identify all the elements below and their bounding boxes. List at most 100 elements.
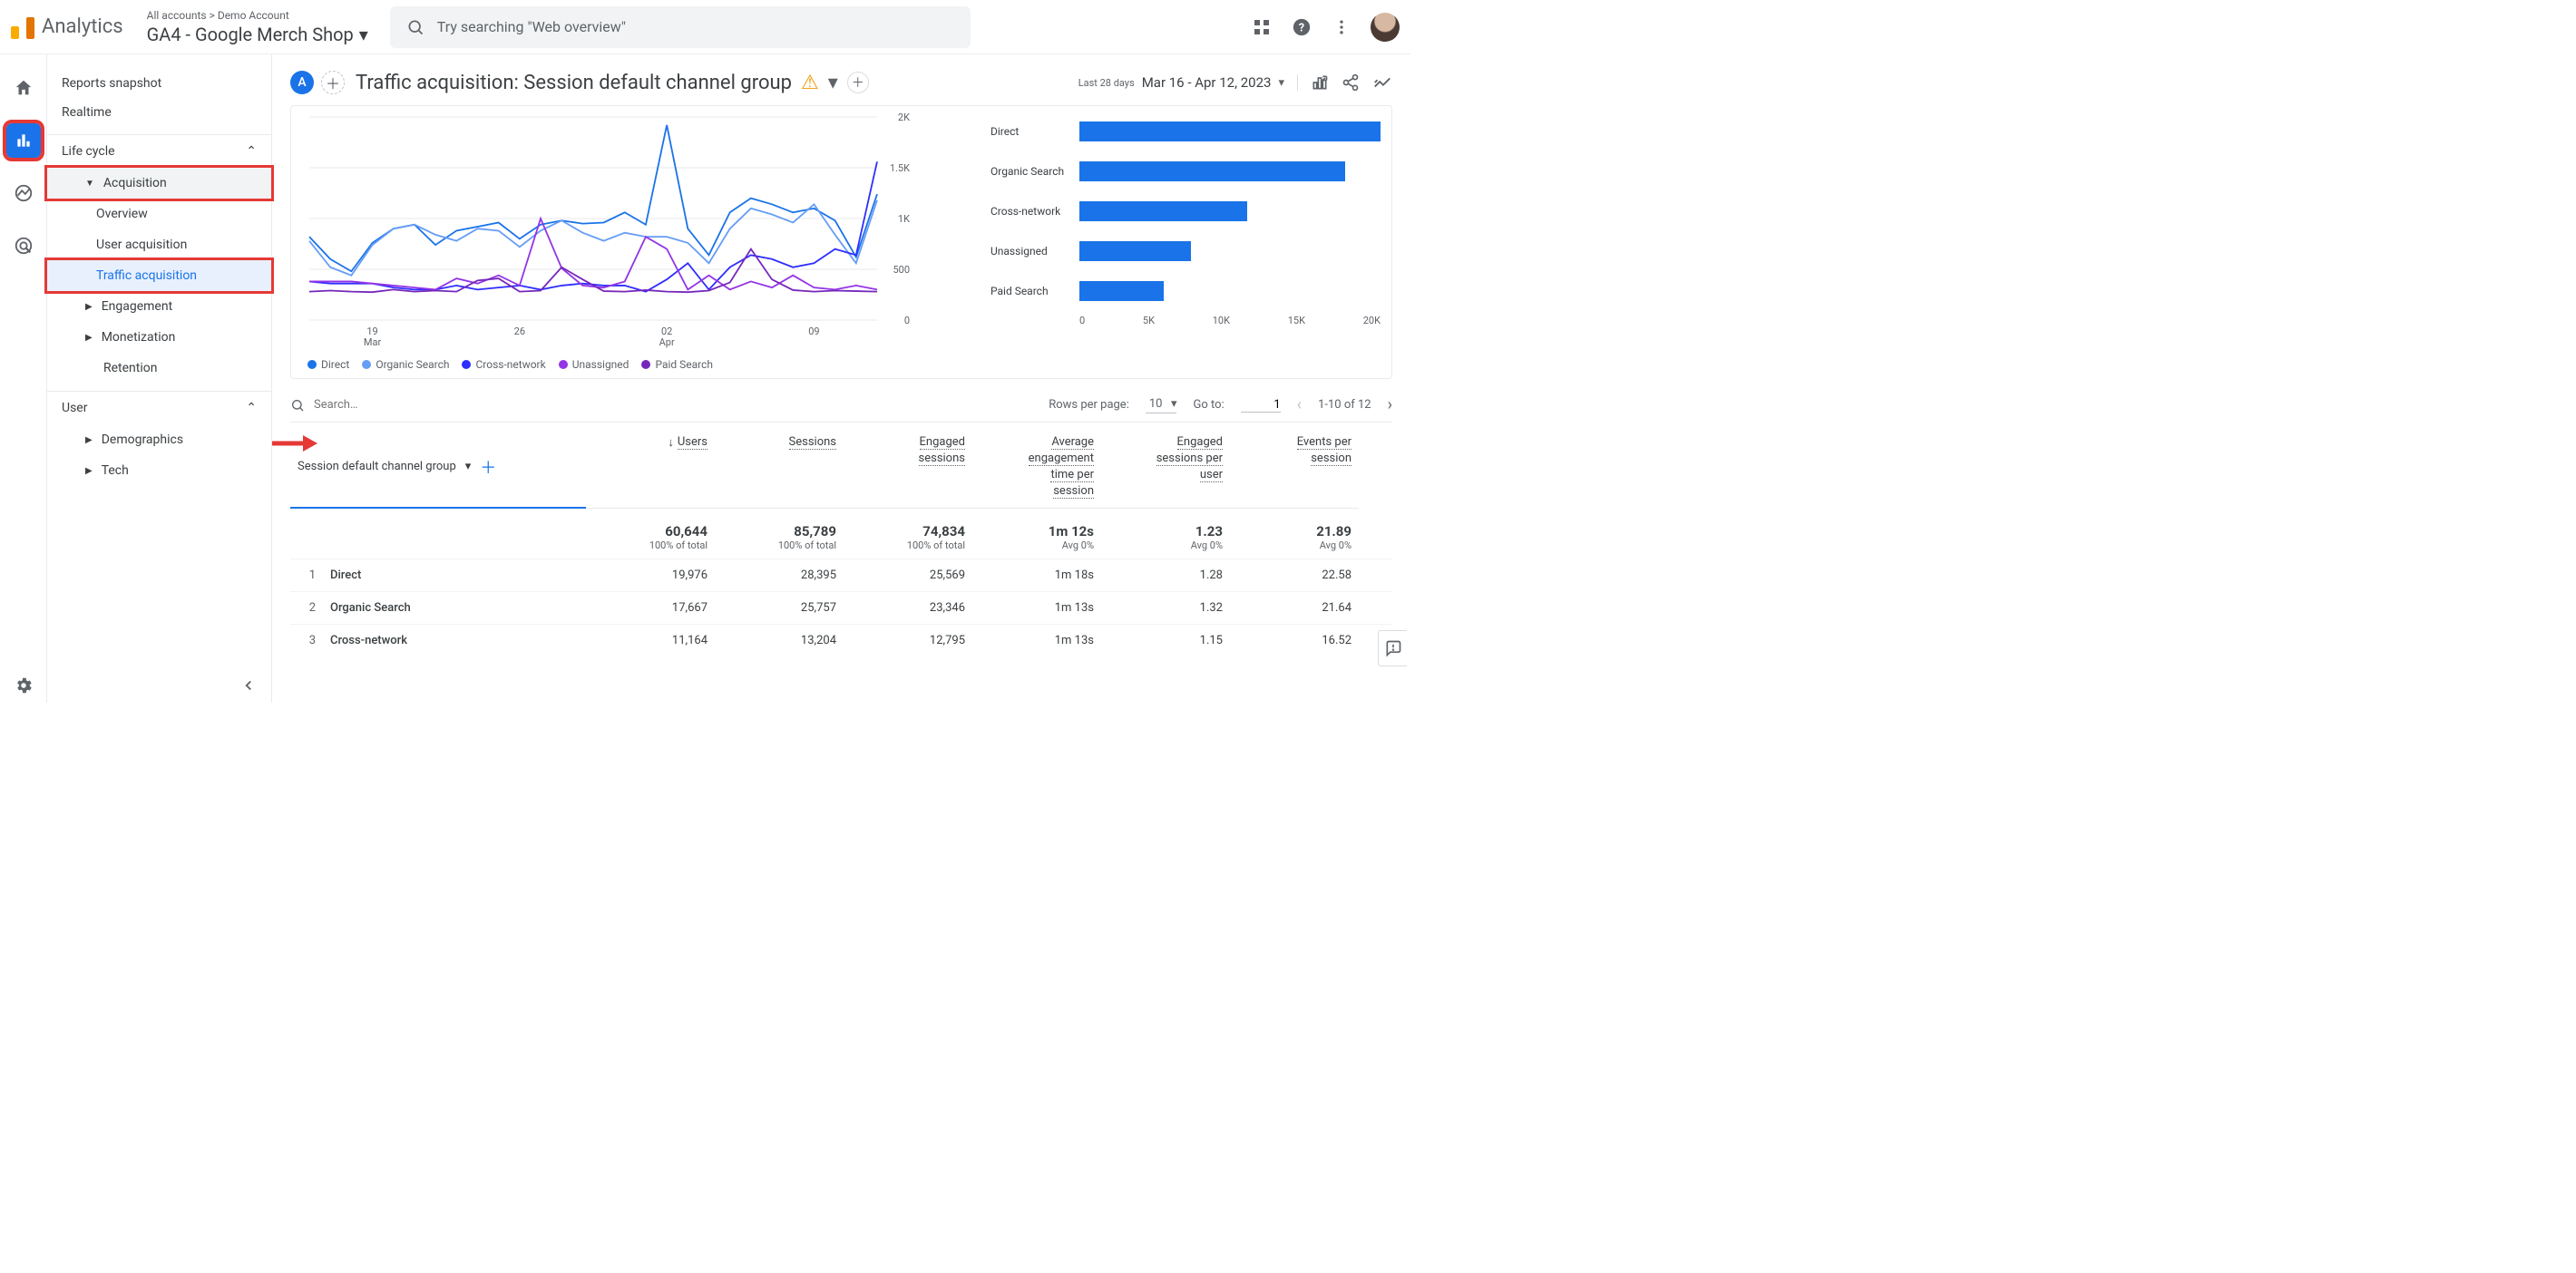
nav-engagement-label: Engagement	[102, 299, 172, 314]
analytics-logo-icon	[11, 15, 34, 39]
nav-reports-snapshot[interactable]: Reports snapshot	[47, 69, 271, 98]
legend-swatch	[641, 360, 650, 369]
bar-fill	[1079, 201, 1247, 221]
line-chart: 05001K1.5K2K19Mar2602Apr09	[297, 112, 913, 351]
insights-icon[interactable]	[1372, 73, 1392, 92]
metric-header[interactable]: Averageengagementtime persession	[972, 426, 1101, 509]
add-dimension-button[interactable]: ＋	[480, 455, 496, 479]
date-range-picker[interactable]: Last 28 days Mar 16 - Apr 12, 2023 ▾	[1078, 74, 1298, 91]
legend-item[interactable]: Unassigned	[559, 358, 629, 371]
reports-icon[interactable]	[6, 123, 41, 158]
metric-header[interactable]: Events persession	[1230, 426, 1359, 509]
nav-group-label: Life cycle	[62, 144, 115, 159]
total-value: 74,834	[851, 523, 965, 539]
metric-header[interactable]: Engagedsessions	[844, 426, 972, 509]
nav-engagement[interactable]: ▶ Engagement	[47, 291, 271, 322]
nav-traffic-acquisition[interactable]: Traffic acquisition	[47, 260, 271, 291]
next-page-icon[interactable]: ›	[1388, 395, 1392, 414]
segment-chip[interactable]: A	[290, 71, 314, 94]
table-row[interactable]: 2Organic Search17,66725,75723,3461m 13s1…	[290, 591, 1392, 624]
segment-chips: A ＋	[290, 71, 345, 94]
prev-page-icon[interactable]: ‹	[1297, 395, 1302, 414]
total-sub: Avg 0%	[1108, 539, 1223, 551]
svg-text:Mar: Mar	[364, 336, 382, 348]
line-legend: Direct Organic Search Cross-network Unassig…	[307, 358, 981, 371]
caret-down-icon: ▾	[359, 24, 368, 45]
bar-row: Organic Search	[990, 151, 1381, 191]
search-input[interactable]: Try searching "Web overview"	[390, 6, 971, 48]
nav-group-user[interactable]: User ⌃	[47, 391, 271, 424]
nav-demographics[interactable]: ▶ Demographics	[47, 424, 271, 455]
more-icon[interactable]	[1331, 16, 1352, 38]
report-canvas: A ＋ Traffic acquisition: Session default…	[272, 54, 1410, 703]
total-sub: Avg 0%	[980, 539, 1094, 551]
feedback-button[interactable]	[1378, 630, 1407, 666]
goto-label: Go to:	[1193, 398, 1224, 412]
add-comparison-button[interactable]: ＋	[847, 72, 869, 93]
add-segment-button[interactable]: ＋	[321, 71, 345, 94]
svg-text:26: 26	[514, 326, 525, 337]
caret-down-icon[interactable]: ▾	[828, 72, 838, 94]
chevron-up-icon: ⌃	[246, 144, 257, 159]
legend-item[interactable]: Organic Search	[362, 358, 449, 371]
home-icon[interactable]	[6, 71, 41, 105]
advertising-icon[interactable]	[6, 228, 41, 263]
nav-rail	[0, 54, 47, 703]
nav-monetization[interactable]: ▶Monetization	[47, 322, 271, 353]
data-table: Session default channel group ▾ ＋ ↓Users…	[290, 426, 1392, 656]
nav-monetization-label: Monetization	[102, 330, 176, 345]
table-controls: Rows per page: 10 ▾ Go to: ‹ 1-10 of 12 …	[290, 395, 1392, 423]
nav-demographics-label: Demographics	[102, 432, 183, 447]
goto-input[interactable]	[1241, 398, 1281, 413]
date-range-value: Mar 16 - Apr 12, 2023	[1142, 74, 1272, 91]
nav-acq-overview[interactable]: Overview	[47, 199, 271, 229]
metric-header[interactable]: Sessions	[715, 426, 844, 509]
bar-label: Cross-network	[990, 205, 1079, 218]
caret-right-icon: ▶	[85, 435, 93, 445]
bar-fill	[1079, 161, 1345, 181]
table-row[interactable]: 3Cross-network11,16413,20412,7951m 13s1.…	[290, 624, 1392, 656]
total-value: 1m 12s	[980, 523, 1094, 539]
search-icon	[290, 398, 305, 413]
table-row[interactable]: 1Direct19,97628,39525,5691m 18s1.2822.58	[290, 559, 1392, 591]
share-icon[interactable]	[1342, 73, 1360, 92]
collapse-nav-icon[interactable]	[240, 677, 257, 694]
bar-label: Direct	[990, 125, 1079, 138]
admin-icon[interactable]	[6, 668, 41, 703]
bar-fill	[1079, 281, 1164, 301]
reports-nav: Reports snapshot Realtime Life cycle ⌃ ▼…	[47, 54, 272, 703]
svg-text:1.5K: 1.5K	[890, 162, 910, 174]
dimension-header[interactable]: Session default channel group ▾ ＋	[290, 426, 586, 509]
nav-group-lifecycle[interactable]: Life cycle ⌃	[47, 134, 271, 168]
legend-swatch	[307, 360, 317, 369]
property-name: GA4 - Google Merch Shop	[147, 24, 354, 45]
warning-icon[interactable]: ⚠	[801, 72, 819, 94]
search-placeholder: Try searching "Web overview"	[437, 18, 626, 35]
nav-realtime[interactable]: Realtime	[47, 98, 271, 127]
nav-tech[interactable]: ▶Tech	[47, 455, 271, 486]
total-sub: 100% of total	[851, 539, 965, 551]
apps-icon[interactable]	[1251, 16, 1273, 38]
table-search-input[interactable]	[314, 398, 550, 412]
caret-right-icon: ▶	[85, 302, 93, 312]
legend-item[interactable]: Direct	[307, 358, 349, 371]
legend-item[interactable]: Cross-network	[462, 358, 545, 371]
customize-icon[interactable]	[1311, 73, 1329, 92]
svg-text:2K: 2K	[898, 112, 910, 123]
legend-item[interactable]: Paid Search	[641, 358, 713, 371]
explore-icon[interactable]	[6, 176, 41, 210]
svg-text:1K: 1K	[898, 213, 910, 225]
metric-header[interactable]: Engagedsessions peruser	[1101, 426, 1230, 509]
nav-retention[interactable]: Retention	[47, 353, 271, 384]
help-icon[interactable]: ?	[1291, 16, 1312, 38]
nav-user-acquisition[interactable]: User acquisition	[47, 229, 271, 260]
bar-chart: Direct Organic Search Cross-network Unassig…	[981, 112, 1381, 371]
rows-per-page-select[interactable]: 10 ▾	[1146, 397, 1177, 413]
bar-row: Unassigned	[990, 231, 1381, 271]
nav-acquisition[interactable]: ▼ Acquisition	[47, 168, 271, 199]
metric-header[interactable]: ↓Users	[586, 426, 715, 509]
legend-swatch	[362, 360, 371, 369]
user-avatar[interactable]	[1371, 13, 1400, 42]
product-name: Analytics	[42, 15, 123, 38]
property-selector[interactable]: All accounts > Demo Account GA4 - Google…	[147, 9, 368, 45]
